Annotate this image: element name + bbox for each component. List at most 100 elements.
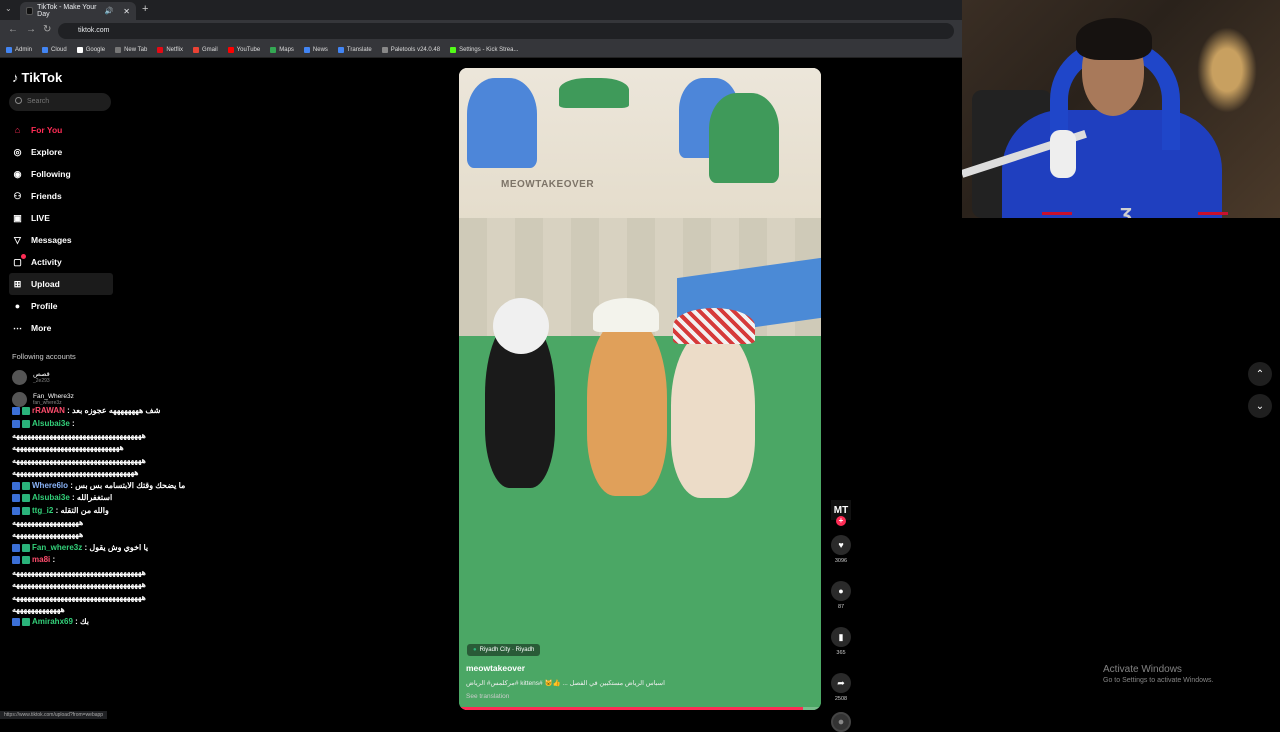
video-player[interactable]: MEOWTAKEOVER ● Riyadh City · Riyadh meow… <box>459 68 821 710</box>
upload-icon: ⊞ <box>13 278 22 289</box>
chat-badge-icon <box>22 407 30 415</box>
chat-badge-icon <box>22 506 30 515</box>
white-cap <box>593 298 659 332</box>
webcam-overlay-accent <box>1198 212 1228 215</box>
notification-dot <box>21 253 26 259</box>
bookmark-favicon-icon <box>450 46 457 53</box>
chat-text: : يا اخوي وش يقول <box>84 543 149 552</box>
sidebar-item-explore[interactable]: ◎ Explore <box>9 141 113 163</box>
chat-username[interactable]: Where6lo <box>32 482 68 490</box>
bookmark-item[interactable]: Cloud <box>42 46 67 53</box>
bookmark-item[interactable]: Admin <box>6 46 32 53</box>
search-input[interactable]: Search <box>9 93 111 111</box>
creator-avatar[interactable]: MT + <box>831 500 851 526</box>
chat-username[interactable]: Alsubai3e <box>32 420 70 428</box>
search-placeholder: Search <box>27 98 50 105</box>
video-author[interactable]: meowtakeover <box>466 663 525 673</box>
bookmark-item[interactable]: Paletools v24.0.48 <box>381 46 440 53</box>
bookmark-item[interactable]: Netflix <box>157 46 183 53</box>
chat-text: : استغفرالله <box>72 494 113 503</box>
bookmark-favicon-icon <box>192 46 199 53</box>
chat-username[interactable]: ttg_i2 <box>32 507 53 515</box>
chat-username[interactable]: Amirahx69 <box>32 618 73 626</box>
bookmark-item[interactable]: Google <box>76 46 105 53</box>
sidebar-item-label: Upload <box>31 279 60 289</box>
url-input[interactable]: tiktok.com <box>58 23 954 39</box>
avatar <box>12 370 27 385</box>
tab-list-icon[interactable]: ⌄ <box>5 4 12 13</box>
speaker-icon[interactable]: 🔊 <box>105 7 114 15</box>
follow-plus-icon[interactable]: + <box>836 516 846 526</box>
bookmark-favicon-icon <box>337 46 344 53</box>
back-icon[interactable]: ← <box>8 24 18 35</box>
sidebar-item-friends[interactable]: ⚇ Friends <box>9 185 113 207</box>
chat-message: ttg_i2 : والله من التقله <box>12 506 202 516</box>
bookmark-favicon-icon <box>227 46 234 53</box>
chat-username[interactable]: rRAWAN <box>32 407 65 415</box>
sidebar-item-label: Following <box>31 169 71 179</box>
location-chip[interactable]: ● Riyadh City · Riyadh <box>467 644 541 656</box>
music-disc-icon[interactable] <box>831 712 851 732</box>
comment-button[interactable]: ● <box>831 581 851 601</box>
reload-icon[interactable]: ↻ <box>43 24 51 35</box>
sidebar-item-following[interactable]: ◉ Following <box>9 163 113 185</box>
close-tab-icon[interactable]: ✕ <box>123 7 130 16</box>
next-video-button[interactable]: ⌄ <box>1248 394 1272 418</box>
bookmark-favicon-icon <box>6 46 12 53</box>
chat-text: هههههههههههههههههههههههههههههههههه <box>12 469 139 478</box>
bookmark-favicon-icon <box>381 46 388 53</box>
webcam-plant <box>1192 20 1262 120</box>
streamer-webcam: Ʒ <box>962 0 1280 218</box>
bookmark-item[interactable]: Settings - Kick Strea... <box>450 46 518 53</box>
sidebar-nav: ⌂ For You ◎ Explore ◉ Following ⚇ Friends ▣ LIVE ▽… <box>9 119 113 339</box>
sidebar-item-live[interactable]: ▣ LIVE <box>9 207 113 229</box>
chat-message: Where6lo : ما يضحك وقتك الابتسامه بس بس <box>12 481 202 491</box>
save-button[interactable]: ▮ <box>831 627 851 647</box>
bookmark-item[interactable]: News <box>303 46 328 53</box>
like-button[interactable]: ♥ <box>831 535 851 555</box>
sidebar-item-profile[interactable]: ● Profile <box>9 295 113 317</box>
address-bar-row: ← → ↻ tiktok.com <box>0 20 962 42</box>
forward-icon[interactable]: → <box>26 24 36 35</box>
bookmark-item[interactable]: Translate <box>337 46 372 53</box>
sidebar-item-activity[interactable]: ▢ Activity <box>9 251 113 273</box>
chat-message: rRAWAN : شف ههههههههه عجوزه بعد <box>12 407 202 416</box>
share-button[interactable]: ➦ <box>831 673 851 693</box>
orange-cat <box>587 298 667 496</box>
sidebar-item-messages[interactable]: ▽ Messages <box>9 229 113 251</box>
comment-icon: ● <box>838 586 844 596</box>
chat-text: : <box>72 419 75 428</box>
chat-username[interactable]: ma8i <box>32 556 50 564</box>
chat-message: هههههههههههههههههههههههههههههههههههه <box>12 457 202 465</box>
chat-username[interactable]: Alsubai3e <box>32 494 70 502</box>
sidebar-item-upload[interactable]: ⊞ Upload <box>9 273 113 295</box>
bookmark-favicon-icon <box>157 46 164 53</box>
bookmark-item[interactable]: New Tab <box>115 46 147 53</box>
bookmark-item[interactable]: Gmail <box>192 46 218 53</box>
tiktok-logo[interactable]: ♪ TikTok <box>12 70 62 85</box>
following-account-item[interactable]: قصص _2e293 <box>12 370 132 385</box>
green-desk <box>559 78 629 108</box>
chat-text: : بك <box>75 618 90 627</box>
browser-tab[interactable]: TikTok - Make Your Day 🔊 ✕ <box>20 2 136 20</box>
sidebar-item-more[interactable]: ⋯ More <box>9 317 113 339</box>
chat-message: Alsubai3e : استغفرالله <box>12 494 202 503</box>
sidebar-item-for-you[interactable]: ⌂ For You <box>9 119 113 141</box>
see-translation-link[interactable]: See translation <box>466 693 509 700</box>
bookmark-item[interactable]: YouTube <box>227 46 260 53</box>
more-icon: ⋯ <box>13 322 22 333</box>
chat-text: : والله من التقله <box>55 506 109 515</box>
chat-text: هههههههههههههه <box>12 606 65 615</box>
bookmark-icon: ▮ <box>838 631 844 642</box>
video-progress-bar[interactable] <box>459 707 821 710</box>
new-tab-button[interactable]: + <box>142 3 148 15</box>
chat-badge-icon <box>22 543 30 552</box>
bookmark-favicon-icon <box>76 46 83 53</box>
following-account-item[interactable]: Fan_Where3z fan_where3z <box>12 392 132 407</box>
previous-video-button[interactable]: ⌃ <box>1248 362 1272 386</box>
friends-icon: ⚇ <box>13 190 22 201</box>
bookmark-favicon-icon <box>270 46 277 53</box>
chat-username[interactable]: Fan_where3z <box>32 544 82 552</box>
bookmark-favicon-icon <box>303 46 310 53</box>
bookmark-item[interactable]: Maps <box>270 46 294 53</box>
